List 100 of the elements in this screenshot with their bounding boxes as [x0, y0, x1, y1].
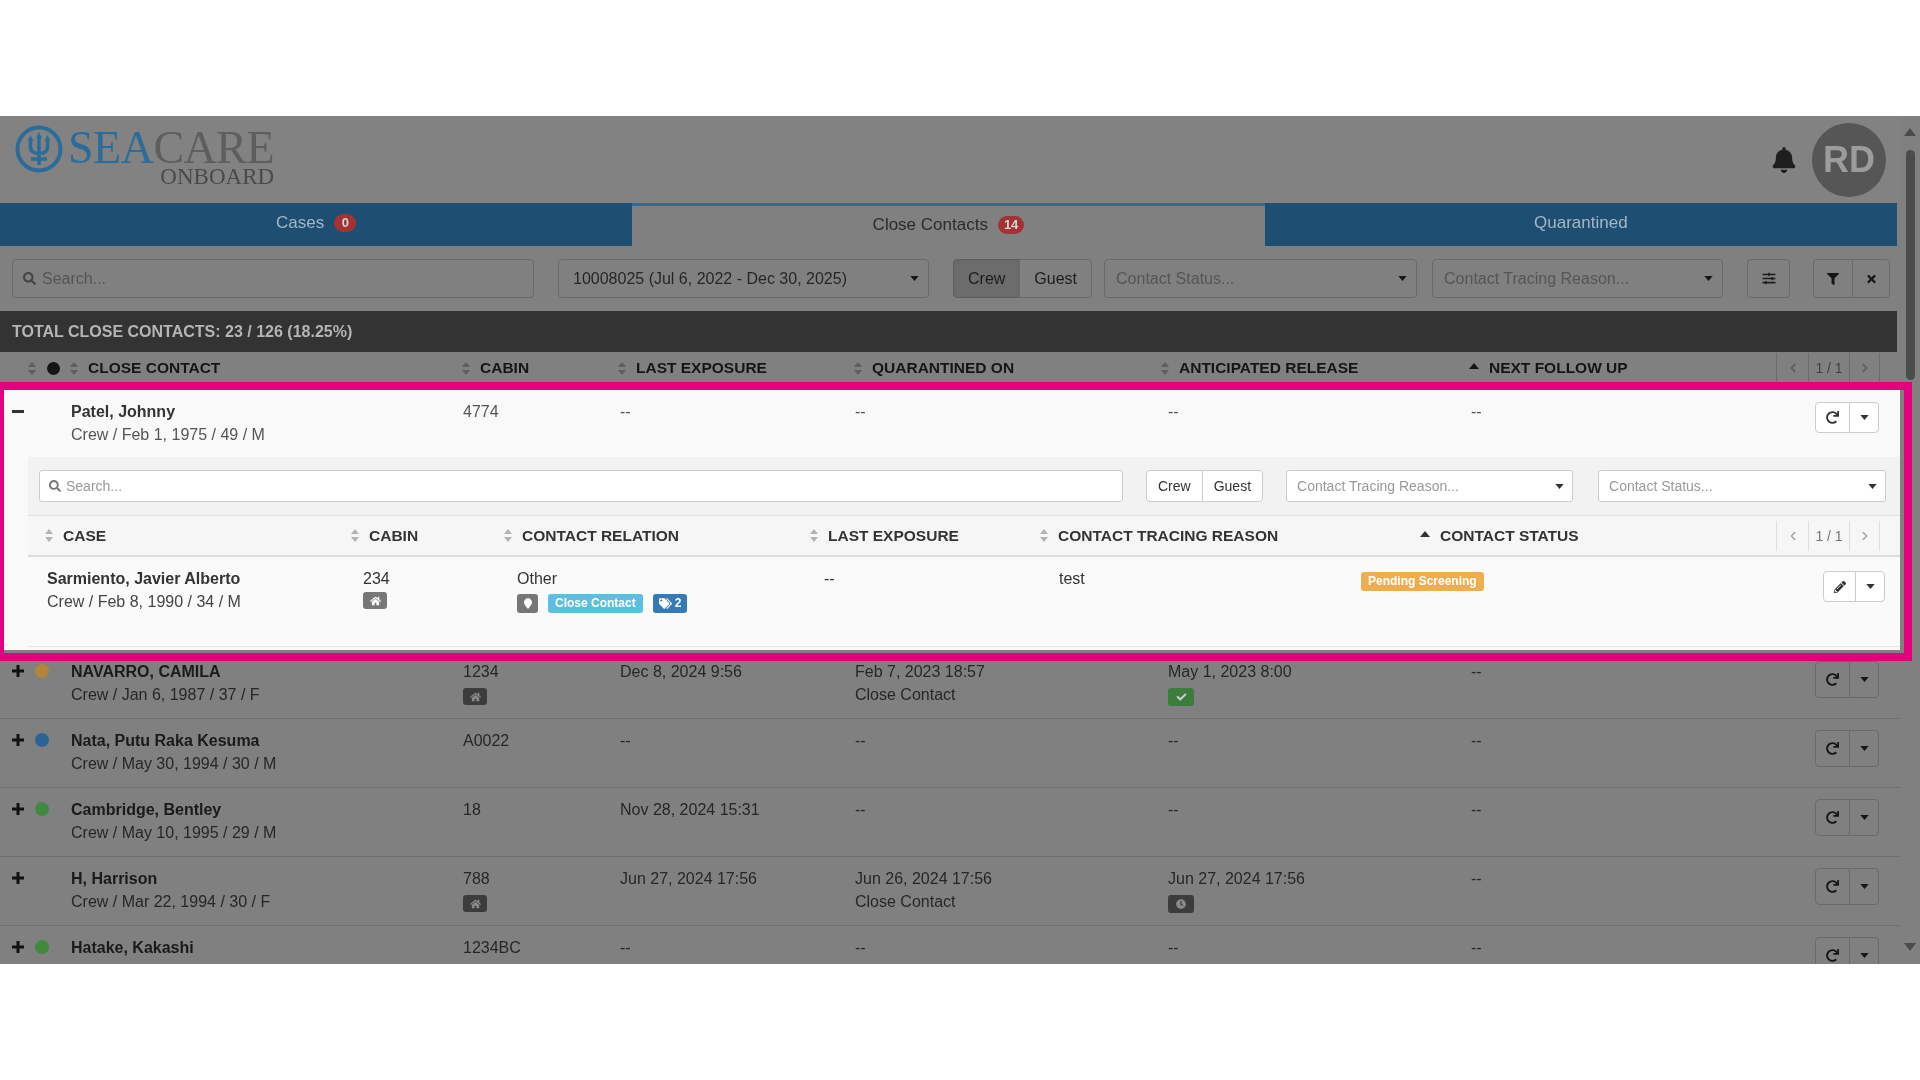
voyage-select[interactable]: 10008025 (Jul 6, 2022 - Dec 30, 2025): [558, 259, 929, 298]
next-follow-up-value: --: [1471, 870, 1482, 887]
sort-arrows-icon[interactable]: [504, 529, 512, 542]
caret-down-icon: [1859, 884, 1869, 889]
sort-arrows-icon[interactable]: [462, 361, 470, 375]
plus-icon[interactable]: [12, 872, 24, 884]
contact-name[interactable]: Hatake, Kakashi: [71, 936, 194, 959]
contact-name[interactable]: Cambridge, Bentley: [71, 798, 222, 821]
sort-arrows-icon[interactable]: [1040, 529, 1048, 542]
dropdown-toggle-button[interactable]: [1849, 730, 1879, 767]
caret-down-icon: [1868, 483, 1878, 489]
sort-arrows-icon[interactable]: [351, 529, 359, 542]
relation-tag: Close Contact: [548, 594, 643, 613]
quarantined-on-value: Jun 26, 2024 17:56: [855, 869, 992, 889]
plus-icon[interactable]: [12, 734, 24, 746]
person-type-button[interactable]: Guest: [1201, 470, 1264, 502]
next-follow-up-value: --: [1471, 403, 1482, 420]
column-header[interactable]: LAST EXPOSURE: [828, 523, 959, 548]
contact-tracing-reason-select[interactable]: Contact Tracing Reason...: [1286, 470, 1574, 502]
search-icon: [23, 272, 36, 285]
sliders-icon: [1761, 272, 1776, 285]
column-header[interactable]: CONTACT STATUS: [1440, 523, 1579, 548]
dropdown-toggle-button[interactable]: [1849, 661, 1879, 698]
quarantined-on-value: Feb 7, 2023 18:57: [855, 662, 985, 682]
contact-name[interactable]: Patel, Johnny: [71, 400, 176, 423]
edit-button[interactable]: [1823, 571, 1856, 602]
cabin-number: A0022: [463, 731, 510, 751]
filter-button[interactable]: [1813, 259, 1854, 298]
chevron-right-icon: [1860, 363, 1869, 373]
tracing-reason-value: test: [1059, 570, 1085, 587]
scroll-down-arrow-icon[interactable]: [1904, 943, 1916, 951]
last-exposure-value: --: [620, 939, 631, 956]
dropdown-toggle-button[interactable]: [1849, 937, 1879, 964]
tab[interactable]: Quarantined: [1264, 203, 1897, 246]
column-header[interactable]: QUARANTINED ON: [872, 356, 1015, 380]
refresh-icon: [1826, 742, 1839, 755]
contact-status-select[interactable]: Contact Status...: [1598, 470, 1887, 502]
anticipated-release-value: Jun 27, 2024 17:56: [1168, 869, 1305, 889]
refresh-icon: [1826, 811, 1839, 824]
sort-arrows-icon[interactable]: [1161, 361, 1169, 375]
plus-icon[interactable]: [12, 803, 24, 815]
column-header[interactable]: CONTACT RELATION: [522, 523, 679, 548]
quarantined-on-value: --: [855, 938, 866, 958]
column-header[interactable]: CABIN: [480, 356, 530, 380]
refresh-icon: [1826, 673, 1839, 686]
status-badge: Pending Screening: [1361, 572, 1484, 591]
contact-details: Crew / May 30, 1994 / 30 / M: [71, 754, 277, 774]
clear-filters-button[interactable]: [1852, 259, 1891, 298]
scrollbar-thumb[interactable]: [1905, 150, 1915, 380]
sort-arrows-icon[interactable]: [45, 529, 53, 542]
caret-up-icon[interactable]: [1420, 530, 1430, 537]
sort-arrows-icon[interactable]: [810, 529, 818, 542]
person-type-button[interactable]: Crew: [1146, 470, 1203, 502]
anticipated-release-value: --: [1168, 731, 1179, 751]
cabin-number: 234: [363, 569, 390, 589]
anticipated-release-value: --: [1168, 402, 1179, 422]
dropdown-toggle-button[interactable]: [1849, 868, 1879, 905]
pencil-icon: [1833, 580, 1846, 593]
person-type-button[interactable]: Crew: [953, 259, 1021, 298]
column-header[interactable]: LAST EXPOSURE: [636, 356, 767, 380]
search-icon: [49, 480, 61, 492]
user-avatar[interactable]: RD: [1812, 122, 1886, 197]
column-header[interactable]: CLOSE CONTACT: [88, 356, 221, 380]
anticipated-release-value: --: [1168, 938, 1179, 958]
last-exposure-value: --: [620, 403, 631, 420]
case-name[interactable]: Sarmiento, Javier Alberto: [47, 567, 241, 590]
column-header[interactable]: NEXT FOLLOW UP: [1489, 356, 1628, 380]
cabin-number: 1234: [463, 662, 499, 682]
caret-up-icon[interactable]: [1469, 363, 1479, 369]
quarantine-reason: Close Contact: [855, 892, 956, 912]
column-header[interactable]: ANTICIPATED RELEASE: [1179, 356, 1359, 380]
column-header[interactable]: CASE: [63, 523, 107, 548]
column-header[interactable]: CONTACT TRACING REASON: [1058, 523, 1279, 548]
caret-down-icon: [1704, 276, 1714, 281]
chevron-left-icon: [1788, 531, 1797, 541]
contact-name[interactable]: Nata, Putu Raka Kesuma: [71, 729, 260, 752]
sort-arrows-icon[interactable]: [618, 361, 626, 375]
contact-details: Crew / Feb 1, 1975 / 49 / M: [71, 425, 265, 445]
plus-icon[interactable]: [12, 665, 24, 677]
contact-name[interactable]: NAVARRO, CAMILA: [71, 660, 221, 683]
sort-arrows-icon[interactable]: [854, 361, 862, 375]
page-indicator: 1 / 1: [1814, 358, 1844, 378]
tags-button[interactable]: 2: [652, 594, 688, 613]
next-follow-up-value: --: [1471, 801, 1482, 818]
sort-arrows-icon[interactable]: [28, 361, 36, 375]
tab[interactable]: Cases 0: [0, 203, 633, 246]
person-type-button[interactable]: Guest: [1019, 259, 1093, 298]
scroll-up-arrow-icon[interactable]: [1904, 128, 1916, 136]
caret-down-icon: [1859, 953, 1869, 958]
contact-name[interactable]: H, Harrison: [71, 867, 158, 890]
bell-icon[interactable]: [1772, 146, 1796, 173]
plus-icon[interactable]: [12, 941, 24, 953]
caret-down-icon: [1555, 483, 1565, 489]
case-details: Crew / Feb 8, 1990 / 34 / M: [47, 592, 241, 612]
last-exposure-value: Nov 28, 2024 15:31: [620, 801, 760, 818]
next-follow-up-value: --: [1471, 939, 1482, 956]
dropdown-toggle-button[interactable]: [1849, 799, 1879, 836]
sort-arrows-icon[interactable]: [70, 361, 78, 375]
column-header[interactable]: CABIN: [369, 523, 419, 548]
column-settings-button[interactable]: [1747, 259, 1791, 298]
